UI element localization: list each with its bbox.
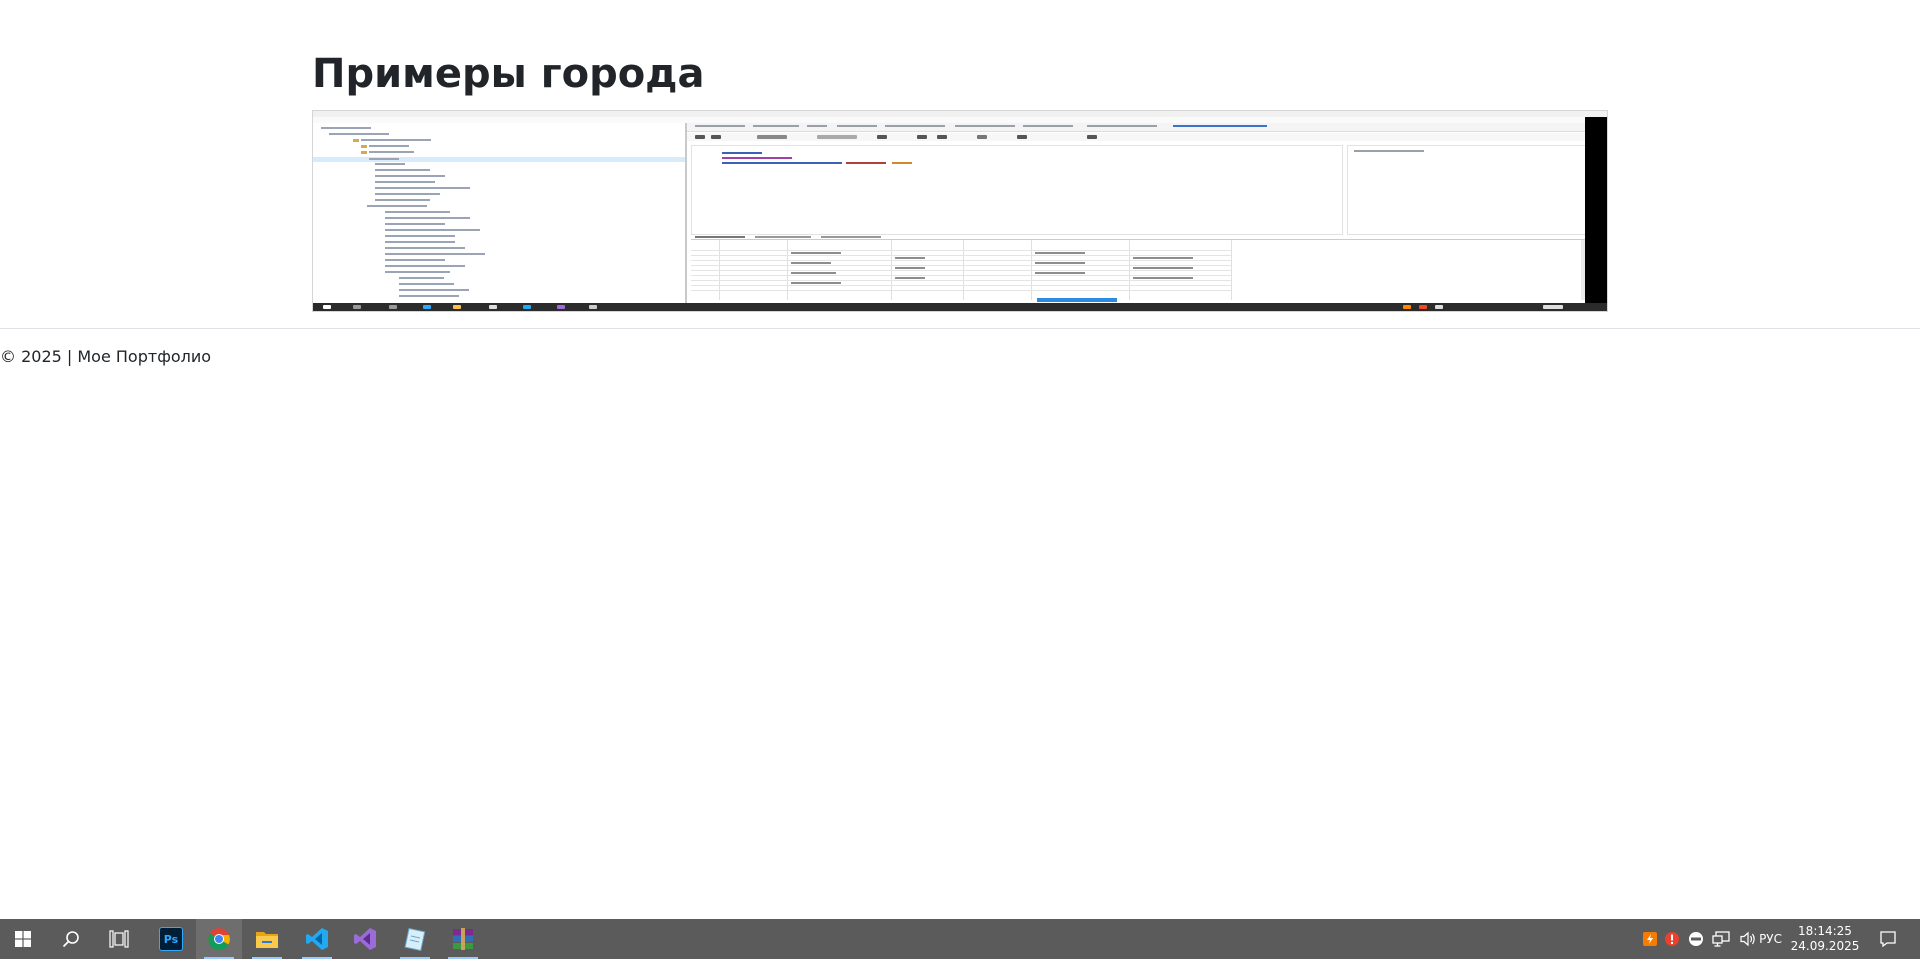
- system-clock[interactable]: 18:14:25 24.09.2025: [1788, 924, 1862, 954]
- clock-date: 24.09.2025: [1790, 939, 1860, 953]
- search-button[interactable]: [48, 919, 94, 959]
- visual-studio-icon: [354, 928, 376, 950]
- search-icon: [62, 931, 79, 948]
- task-view-button[interactable]: [96, 919, 142, 959]
- start-button[interactable]: [0, 919, 46, 959]
- mini-taskbar: [313, 303, 1607, 311]
- network-icon: [1712, 931, 1730, 947]
- mini-black-strip: [1585, 117, 1607, 303]
- portfolio-screenshot-image: [312, 110, 1608, 312]
- mini-results-grid: [691, 236, 1587, 300]
- vscode-icon: [306, 928, 328, 950]
- mini-workspace: [687, 123, 1595, 303]
- mini-object-tree: [313, 123, 687, 303]
- footer-divider: [0, 328, 1920, 329]
- steam-like-icon: [1689, 932, 1703, 946]
- taskbar-notepad[interactable]: [392, 919, 438, 959]
- taskbar-file-explorer[interactable]: [244, 919, 290, 959]
- mini-side-panel: [1347, 145, 1589, 235]
- notepad-icon: [404, 927, 426, 951]
- folder-icon: [256, 932, 278, 948]
- notification-icon: [1880, 931, 1896, 948]
- photoshop-label: Ps: [163, 932, 179, 946]
- warning-icon: [1665, 932, 1679, 946]
- taskbar-visual-studio[interactable]: [342, 919, 388, 959]
- mini-sql-editor: [691, 145, 1343, 235]
- tray-volume[interactable]: [1736, 919, 1760, 959]
- action-center-button[interactable]: [1870, 919, 1906, 959]
- taskbar-winrar[interactable]: [440, 919, 486, 959]
- volume-icon: [1740, 931, 1755, 947]
- windows-taskbar: Ps РУС 18:14:25 24.09.2025: [0, 919, 1920, 959]
- mini-tab-strip: [687, 123, 1595, 132]
- taskbar-chrome[interactable]: [196, 919, 242, 959]
- mini-status-button: [1037, 298, 1117, 302]
- task-view-icon: [109, 930, 129, 948]
- tray-app-orange[interactable]: [1640, 919, 1660, 959]
- taskbar-photoshop[interactable]: Ps: [148, 919, 194, 959]
- photoshop-icon: Ps: [159, 927, 183, 951]
- clock-time: 18:14:25: [1798, 924, 1852, 938]
- tray-network[interactable]: [1710, 919, 1732, 959]
- page-title: Примеры города: [312, 51, 705, 97]
- footer-copyright: © 2025 | Мое Портфолио: [0, 347, 212, 366]
- chrome-icon: [208, 928, 230, 950]
- tray-warning[interactable]: [1662, 919, 1682, 959]
- input-language-indicator[interactable]: РУС: [1759, 919, 1782, 959]
- taskbar-vscode[interactable]: [294, 919, 340, 959]
- tray-app-round[interactable]: [1686, 919, 1706, 959]
- lightning-app-icon: [1643, 932, 1657, 946]
- windows-logo-icon: [15, 931, 31, 947]
- page: Примеры города © 2025 | Мое Портфолио Ps…: [0, 0, 1920, 959]
- winrar-icon: [453, 928, 473, 950]
